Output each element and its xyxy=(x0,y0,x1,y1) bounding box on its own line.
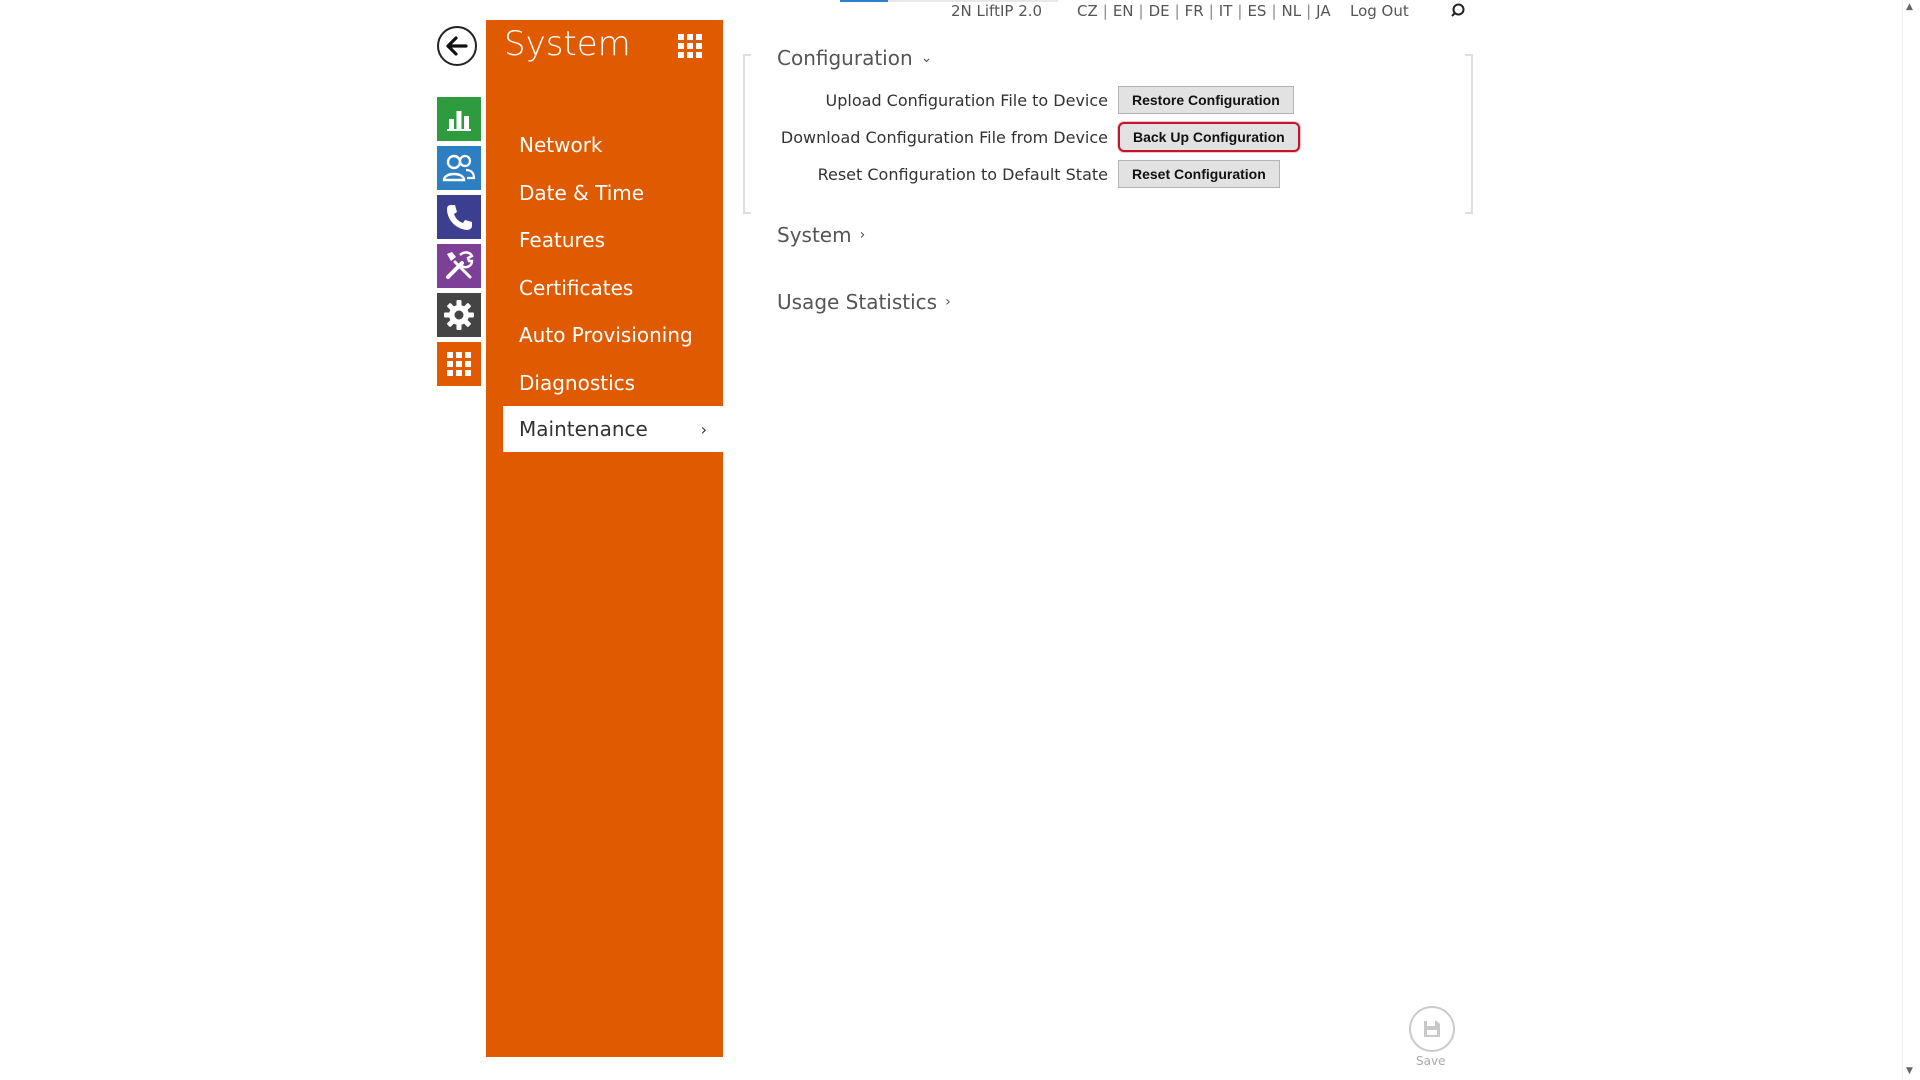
back-button[interactable] xyxy=(437,26,477,66)
lang-it[interactable]: IT xyxy=(1219,2,1233,20)
lang-es[interactable]: ES xyxy=(1247,2,1266,20)
tile-apps[interactable] xyxy=(437,342,481,386)
section-bracket-left xyxy=(743,54,751,214)
scroll-down-arrow-icon[interactable]: ▼ xyxy=(1906,1066,1913,1076)
bar-chart-icon xyxy=(447,111,471,131)
lang-fr[interactable]: FR xyxy=(1185,2,1204,20)
lang-en[interactable]: EN xyxy=(1113,2,1134,20)
save-button[interactable] xyxy=(1409,1006,1455,1052)
nav-item-auto-provisioning[interactable]: Auto Provisioning xyxy=(503,312,723,358)
nav-item-date-time[interactable]: Date & Time xyxy=(503,170,723,216)
grid-icon xyxy=(447,352,471,376)
search-icon[interactable] xyxy=(1448,1,1468,21)
gear-icon xyxy=(444,300,474,330)
vertical-scrollbar[interactable] xyxy=(1902,0,1920,1080)
tile-directory[interactable] xyxy=(437,146,481,190)
logout-link[interactable]: Log Out xyxy=(1350,0,1409,22)
chevron-right-icon: › xyxy=(859,227,866,243)
chevron-right-icon: › xyxy=(945,294,951,310)
panel-title: System xyxy=(504,24,631,64)
section-usage-statistics[interactable]: Usage Statistics › xyxy=(777,290,951,314)
save-label: Save xyxy=(1416,1054,1446,1068)
lang-ja[interactable]: JA xyxy=(1316,2,1330,20)
nav-item-features[interactable]: Features xyxy=(503,217,723,263)
floppy-disk-icon xyxy=(1424,1021,1440,1037)
arrow-left-icon xyxy=(446,36,468,56)
section-system[interactable]: System › xyxy=(777,223,865,247)
nav-item-certificates[interactable]: Certificates xyxy=(503,265,723,311)
tile-hardware[interactable] xyxy=(437,244,481,288)
top-progress-accent xyxy=(840,0,888,2)
back-up-configuration-button[interactable]: Back Up Configuration xyxy=(1118,122,1300,152)
reset-configuration-button[interactable]: Reset Configuration xyxy=(1118,160,1280,188)
lang-nl[interactable]: NL xyxy=(1282,2,1302,20)
nav-item-diagnostics[interactable]: Diagnostics xyxy=(503,360,723,406)
tile-status[interactable] xyxy=(437,97,481,141)
chevron-right-icon: › xyxy=(700,419,707,439)
lang-cz[interactable]: CZ xyxy=(1077,2,1098,20)
tools-icon xyxy=(446,251,474,279)
device-name: 2N LiftIP 2.0 xyxy=(951,2,1043,20)
tile-calls[interactable] xyxy=(437,195,481,239)
chevron-down-icon: ⌄ xyxy=(920,50,933,66)
row-label-reset: Reset Configuration to Default State xyxy=(817,165,1108,184)
nav-item-network[interactable]: Network xyxy=(503,122,723,168)
tile-system[interactable] xyxy=(437,293,481,337)
section-configuration[interactable]: Configuration ⌄ xyxy=(777,46,932,70)
apps-grid-icon[interactable] xyxy=(678,34,702,58)
row-label-upload: Upload Configuration File to Device xyxy=(825,91,1108,110)
lang-de[interactable]: DE xyxy=(1149,2,1170,20)
row-label-download: Download Configuration File from Device xyxy=(780,128,1108,147)
scroll-up-arrow-icon[interactable]: ▲ xyxy=(1906,2,1913,12)
language-selector: CZ | EN | DE | FR | IT | ES | NL | JA xyxy=(1077,2,1331,20)
nav-item-maintenance[interactable]: Maintenance › xyxy=(503,406,723,452)
phone-icon xyxy=(447,205,472,230)
section-bracket-right xyxy=(1465,54,1473,214)
restore-configuration-button[interactable]: Restore Configuration xyxy=(1118,86,1294,114)
users-icon xyxy=(442,154,476,182)
